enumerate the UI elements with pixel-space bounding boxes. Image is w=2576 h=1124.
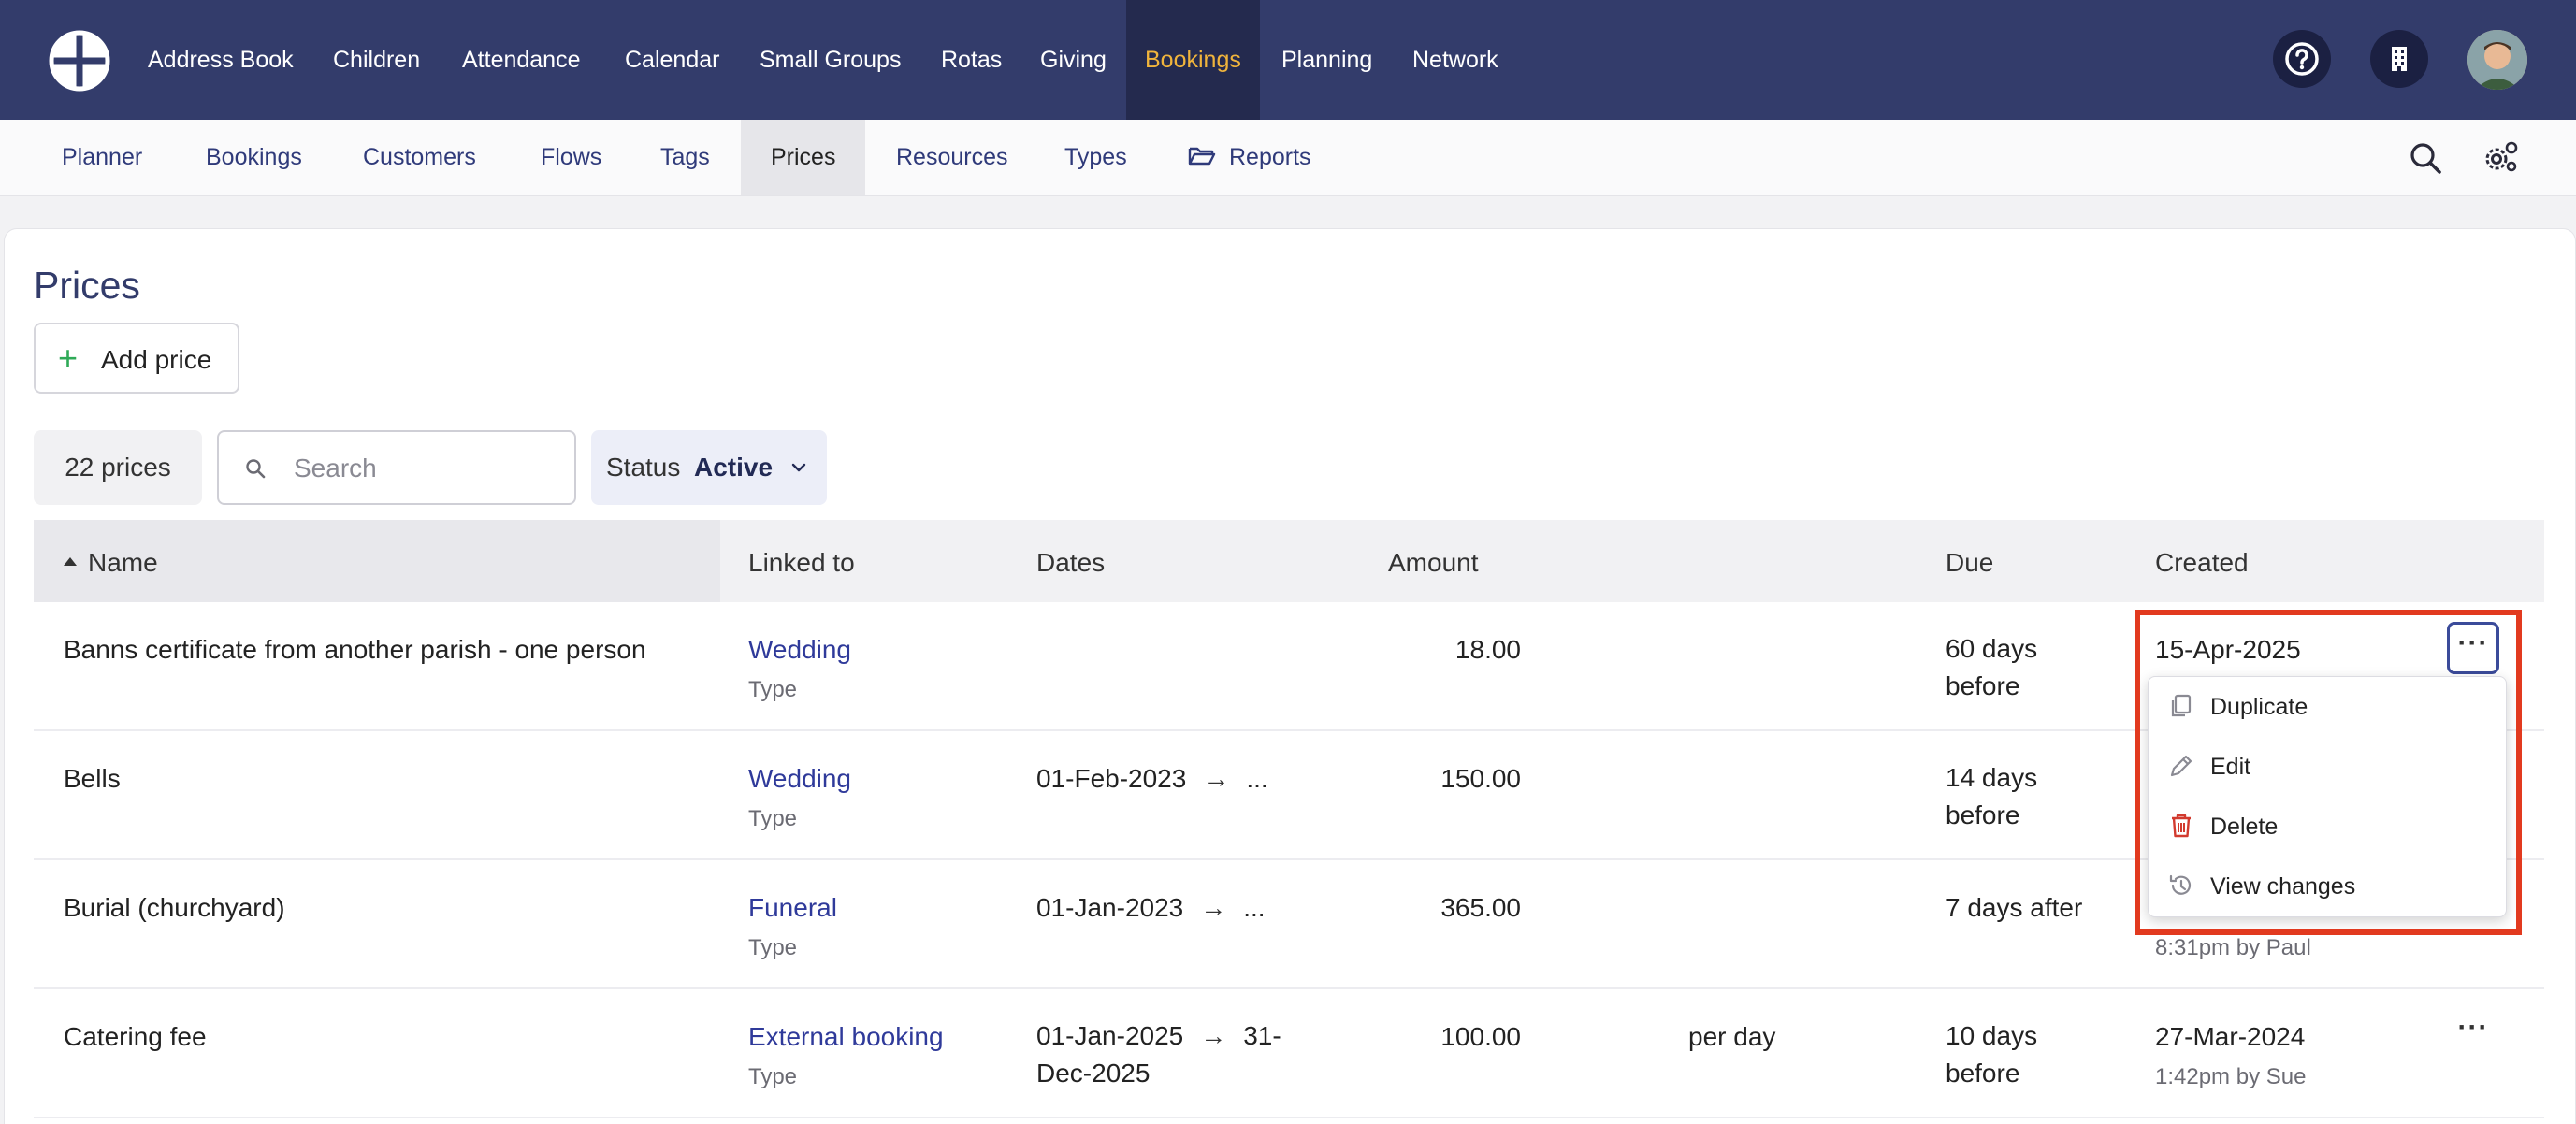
nav-calendar[interactable]: Calendar	[625, 0, 719, 120]
search-input[interactable]	[294, 449, 556, 488]
row-dates: 01-Jan-2025 → 31-Dec-2025	[1036, 1017, 1289, 1092]
search-field[interactable]	[217, 430, 576, 505]
help-icon	[2285, 42, 2319, 76]
search-icon[interactable]	[2406, 138, 2445, 178]
header-created[interactable]: Created	[2155, 548, 2249, 578]
arrow-right-icon: →	[1200, 893, 1227, 922]
tab-flows[interactable]: Flows	[541, 120, 601, 195]
nav-network[interactable]: Network	[1412, 0, 1498, 120]
arrow-right-icon: →	[1203, 764, 1230, 793]
sub-nav: Planner Bookings Customers Flows Tags Pr…	[0, 120, 2576, 196]
row-amount: 18.00	[1454, 635, 1521, 664]
sort-ascending-icon	[64, 557, 77, 566]
tab-planner[interactable]: Planner	[62, 120, 142, 195]
row-date-start: 01-Jan-2025	[1036, 1021, 1184, 1050]
row-linked-type: Type	[748, 677, 798, 702]
user-avatar-icon	[2467, 30, 2527, 90]
row-created-by: 1:42pm by Sue	[2155, 1064, 2307, 1089]
arrow-right-icon: →	[1200, 1021, 1227, 1050]
header-due[interactable]: Due	[1946, 548, 1993, 578]
row-created: 27-Mar-2024	[2155, 1022, 2306, 1051]
row-date-start: 01-Jan-2023	[1036, 893, 1184, 922]
top-nav: Address Book Children Attendance Calenda…	[0, 0, 2576, 120]
row-linked-type: Type	[748, 806, 798, 831]
plus-icon: +	[58, 339, 79, 377]
row-per: per day	[1688, 1022, 1776, 1051]
table-row[interactable]: Catering fee External booking Type 01-Ja…	[34, 989, 2544, 1118]
tab-types[interactable]: Types	[1064, 120, 1127, 195]
tab-reports[interactable]: Reports	[1188, 120, 1311, 195]
row-date-end: ...	[1246, 764, 1268, 793]
row-dates: 01-Jan-2023 →...	[1036, 893, 1266, 923]
status-filter[interactable]: Status Active	[591, 430, 827, 505]
row-linked-link[interactable]: External booking	[748, 1022, 944, 1052]
avatar[interactable]	[2467, 30, 2527, 90]
nav-planning[interactable]: Planning	[1281, 0, 1372, 120]
help-button[interactable]	[2273, 30, 2331, 88]
row-due: 60 days before	[1946, 634, 2038, 700]
row-linked-link[interactable]: Wedding	[748, 635, 851, 665]
tab-resources[interactable]: Resources	[896, 120, 1008, 195]
folder-icon	[1188, 147, 1216, 166]
add-price-button[interactable]: + Add price	[34, 323, 239, 394]
row-name: Bells	[64, 764, 121, 793]
search-icon	[246, 459, 266, 479]
nav-small-groups[interactable]: Small Groups	[760, 0, 901, 120]
app-logo-icon[interactable]	[49, 30, 110, 92]
nav-giving[interactable]: Giving	[1040, 0, 1107, 120]
row-name: Burial (churchyard)	[64, 893, 285, 922]
row-linked-type: Type	[748, 935, 798, 960]
row-dates: 01-Feb-2023 →...	[1036, 764, 1268, 794]
row-linked-link[interactable]: Funeral	[748, 893, 837, 923]
row-amount: 150.00	[1440, 764, 1521, 793]
nav-address-book[interactable]: Address Book	[148, 0, 294, 120]
row-linked-type: Type	[748, 1064, 798, 1089]
nav-attendance[interactable]: Attendance	[462, 0, 581, 120]
tab-customers[interactable]: Customers	[363, 120, 476, 195]
row-name: Catering fee	[64, 1022, 207, 1051]
header-name[interactable]: Name	[88, 548, 158, 578]
row-actions-button[interactable]: ···	[2447, 1009, 2499, 1061]
nav-bookings[interactable]: Bookings	[1126, 0, 1260, 120]
row-created-by: 8:31pm by Paul	[2155, 935, 2311, 960]
row-name: Banns certificate from another parish - …	[64, 635, 646, 664]
tab-bookings[interactable]: Bookings	[206, 120, 302, 195]
page-title: Prices	[34, 264, 140, 307]
header-linked-to[interactable]: Linked to	[748, 548, 855, 578]
tab-reports-label: Reports	[1229, 144, 1311, 170]
status-filter-value: Active	[694, 453, 774, 482]
organisation-button[interactable]	[2370, 30, 2428, 88]
building-icon	[2392, 47, 2407, 71]
nav-rotas[interactable]: Rotas	[941, 0, 1002, 120]
row-date-start: 01-Feb-2023	[1036, 764, 1187, 793]
tab-tags[interactable]: Tags	[660, 120, 710, 195]
price-count: 22 prices	[34, 430, 202, 505]
highlight-box	[2135, 610, 2522, 935]
row-date-end: ...	[1243, 893, 1266, 922]
row-linked-link[interactable]: Wedding	[748, 764, 851, 794]
chevron-down-icon	[791, 463, 806, 472]
row-due: 14 days before	[1946, 763, 2038, 829]
status-filter-label: Status	[606, 453, 681, 482]
row-due: 7 days after	[1946, 893, 2083, 922]
tab-prices[interactable]: Prices	[741, 120, 866, 195]
nav-children[interactable]: Children	[333, 0, 420, 120]
row-amount: 100.00	[1440, 1022, 1521, 1051]
settings-icon[interactable]	[2481, 138, 2520, 178]
table-header: Name Linked to Dates Amount Due Created	[34, 520, 2544, 602]
row-amount: 365.00	[1440, 893, 1521, 922]
row-due: 10 days before	[1946, 1021, 2038, 1088]
header-amount[interactable]: Amount	[1388, 548, 1479, 578]
add-price-label: Add price	[101, 345, 212, 374]
header-dates[interactable]: Dates	[1036, 548, 1105, 578]
